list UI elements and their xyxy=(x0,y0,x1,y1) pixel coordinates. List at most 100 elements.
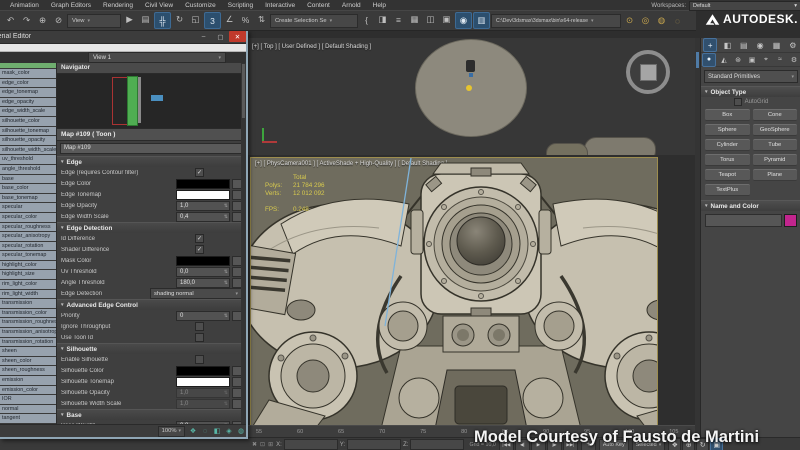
parameter-row[interactable]: sheen_roughness xyxy=(0,366,56,375)
panel-scrollbar[interactable] xyxy=(241,63,246,427)
parameter-row[interactable]: transmission_anisotropy xyxy=(0,328,56,337)
create-category-icon[interactable]: ◭ xyxy=(718,54,730,66)
toolbar-icon[interactable]: 3 xyxy=(204,12,221,29)
editor-nav-icon[interactable]: ◍ xyxy=(236,426,246,436)
color-swatch[interactable] xyxy=(176,256,230,266)
viewcube-icon[interactable] xyxy=(626,50,670,94)
rollout-base[interactable]: ▾Base xyxy=(57,409,246,420)
color-swatch[interactable] xyxy=(176,366,230,376)
parameter-row[interactable]: rim_light_width xyxy=(0,290,56,299)
menu-item[interactable]: Animation xyxy=(4,2,45,9)
render-icon[interactable]: ◌ xyxy=(670,13,685,28)
navigator-header[interactable]: Navigator xyxy=(57,63,246,74)
checkbox[interactable] xyxy=(195,168,204,177)
parameter-row[interactable]: emission xyxy=(0,376,56,385)
view-dropdown[interactable]: View▾ xyxy=(67,14,121,28)
value-spinner[interactable]: 0,0⇅ xyxy=(176,267,230,277)
map-name-field[interactable]: Map #109 xyxy=(60,143,243,154)
parameter-row[interactable]: specular_anisotropy xyxy=(0,232,56,241)
toolbar-icon[interactable]: ╬ xyxy=(154,12,171,29)
parameter-row[interactable]: silhouette_opacity xyxy=(0,136,56,145)
autogrid-toggle[interactable]: AutoGrid xyxy=(701,97,800,107)
selection-lock-icon[interactable]: ⊡ xyxy=(260,441,265,448)
object-name-field[interactable] xyxy=(705,214,782,227)
command-panel-tab-icon[interactable]: + xyxy=(703,38,717,52)
editor-zoom-dropdown[interactable]: 100%▾ xyxy=(158,426,185,437)
primitive-button[interactable]: Pyramid xyxy=(753,154,798,166)
parameter-row[interactable]: transmission xyxy=(0,299,56,308)
parameter-row[interactable]: IOR xyxy=(0,395,56,404)
menu-item[interactable]: Help xyxy=(367,2,392,9)
toolbar-icon[interactable]: { xyxy=(359,12,374,27)
value-spinner[interactable]: 1,0⇅ xyxy=(176,201,230,211)
checkbox[interactable] xyxy=(195,322,204,331)
parameter-row[interactable]: base_color xyxy=(0,184,56,193)
parameter-row[interactable]: normal xyxy=(0,405,56,414)
parameter-row[interactable]: rim_light_color xyxy=(0,280,56,289)
selection-set-dropdown[interactable]: Create Selection Se▾ xyxy=(270,14,358,28)
toolbar-icon[interactable]: % xyxy=(238,12,253,27)
primitive-button[interactable]: Plane xyxy=(753,169,798,181)
parameter-row[interactable]: edge_color xyxy=(0,79,56,88)
x-coordinate-field[interactable] xyxy=(284,439,338,450)
toolbar-icon[interactable]: ↶ xyxy=(3,13,18,28)
toolbar-icon[interactable]: ⊘ xyxy=(51,13,66,28)
parameter-row[interactable]: silhouette_width_scale xyxy=(0,146,56,155)
parameter-row[interactable]: specular_tonemap xyxy=(0,251,56,260)
view-tab-dropdown[interactable]: View 1▾ xyxy=(88,52,226,63)
checkbox[interactable] xyxy=(195,355,204,364)
primitive-button[interactable]: Tube xyxy=(753,139,798,151)
parameter-row[interactable]: edge_tonemap xyxy=(0,88,56,97)
create-category-icon[interactable]: ⚙ xyxy=(788,54,800,66)
object-color-swatch[interactable] xyxy=(784,214,797,227)
rollout-edge-detection[interactable]: ▾Edge Detection xyxy=(57,222,246,233)
create-category-icon[interactable]: ⊛ xyxy=(732,54,744,66)
checkbox[interactable] xyxy=(195,234,204,243)
menu-item[interactable]: Content xyxy=(301,2,336,9)
menu-item[interactable]: Graph Editors xyxy=(45,2,97,9)
toolbar-icon[interactable]: ≡ xyxy=(391,12,406,27)
menu-item[interactable]: Civil View xyxy=(139,2,179,9)
value-spinner[interactable]: 0,4⇅ xyxy=(176,212,230,222)
menu-item[interactable]: Rendering xyxy=(97,2,139,9)
toolbar-icon[interactable]: ∠ xyxy=(222,12,237,27)
top-viewport[interactable]: [+] [ Top ] [ User Defined ] [ Default S… xyxy=(246,38,696,155)
primitive-button[interactable]: TextPlus xyxy=(705,184,750,196)
primitive-button[interactable]: Torus xyxy=(705,154,750,166)
render-icon[interactable]: ◍ xyxy=(654,13,669,28)
create-category-icon[interactable]: ⌖ xyxy=(760,54,772,66)
coordinate-display-icon[interactable]: ⊞ xyxy=(268,441,273,448)
isolate-selection-icon[interactable]: ✖ xyxy=(252,441,257,448)
toolbar-icon[interactable]: ↻ xyxy=(172,12,187,27)
autogrid-checkbox[interactable] xyxy=(734,98,742,106)
primitive-button[interactable]: Cylinder xyxy=(705,139,750,151)
parameter-row[interactable]: mask_color xyxy=(0,69,56,78)
parameter-row[interactable]: tangent xyxy=(0,414,56,423)
parameter-row[interactable]: transmission_roughness xyxy=(0,318,56,327)
parameter-row[interactable]: base_tonemap xyxy=(0,194,56,203)
minimize-button[interactable]: – xyxy=(195,31,212,42)
parameter-row[interactable]: specular_color xyxy=(0,213,56,222)
color-swatch[interactable] xyxy=(176,179,230,189)
toolbar-icon[interactable]: ⇅ xyxy=(254,12,269,27)
checkbox[interactable] xyxy=(195,333,204,342)
command-panel-tab-icon[interactable]: ◧ xyxy=(721,39,733,51)
parameter-row[interactable]: transmission_color xyxy=(0,309,56,318)
value-spinner[interactable]: 1,0⇅ xyxy=(176,388,230,398)
navigator-preview[interactable] xyxy=(57,74,246,129)
parameter-row[interactable]: silhouette_color xyxy=(0,117,56,126)
parameter-row[interactable]: specular_rotation xyxy=(0,242,56,251)
parameter-row[interactable]: angle_threshold xyxy=(0,165,56,174)
primitive-button[interactable]: Box xyxy=(705,109,750,121)
menu-item[interactable]: Customize xyxy=(179,2,222,9)
render-icon[interactable]: ⊙ xyxy=(622,13,637,28)
name-color-rollout[interactable]: ▾Name and Color xyxy=(701,200,800,211)
primitive-button[interactable]: GeoSphere xyxy=(753,124,798,136)
editor-nav-icon[interactable]: ❖ xyxy=(188,426,198,436)
toolbar-icon[interactable]: ▤ xyxy=(138,12,153,27)
parameter-row[interactable]: uv_threshold xyxy=(0,155,56,164)
create-category-icon[interactable]: ● xyxy=(702,53,716,67)
primitive-button[interactable]: Sphere xyxy=(705,124,750,136)
command-panel-tab-icon[interactable]: ▤ xyxy=(738,39,750,51)
parameter-row[interactable]: base xyxy=(0,175,56,184)
